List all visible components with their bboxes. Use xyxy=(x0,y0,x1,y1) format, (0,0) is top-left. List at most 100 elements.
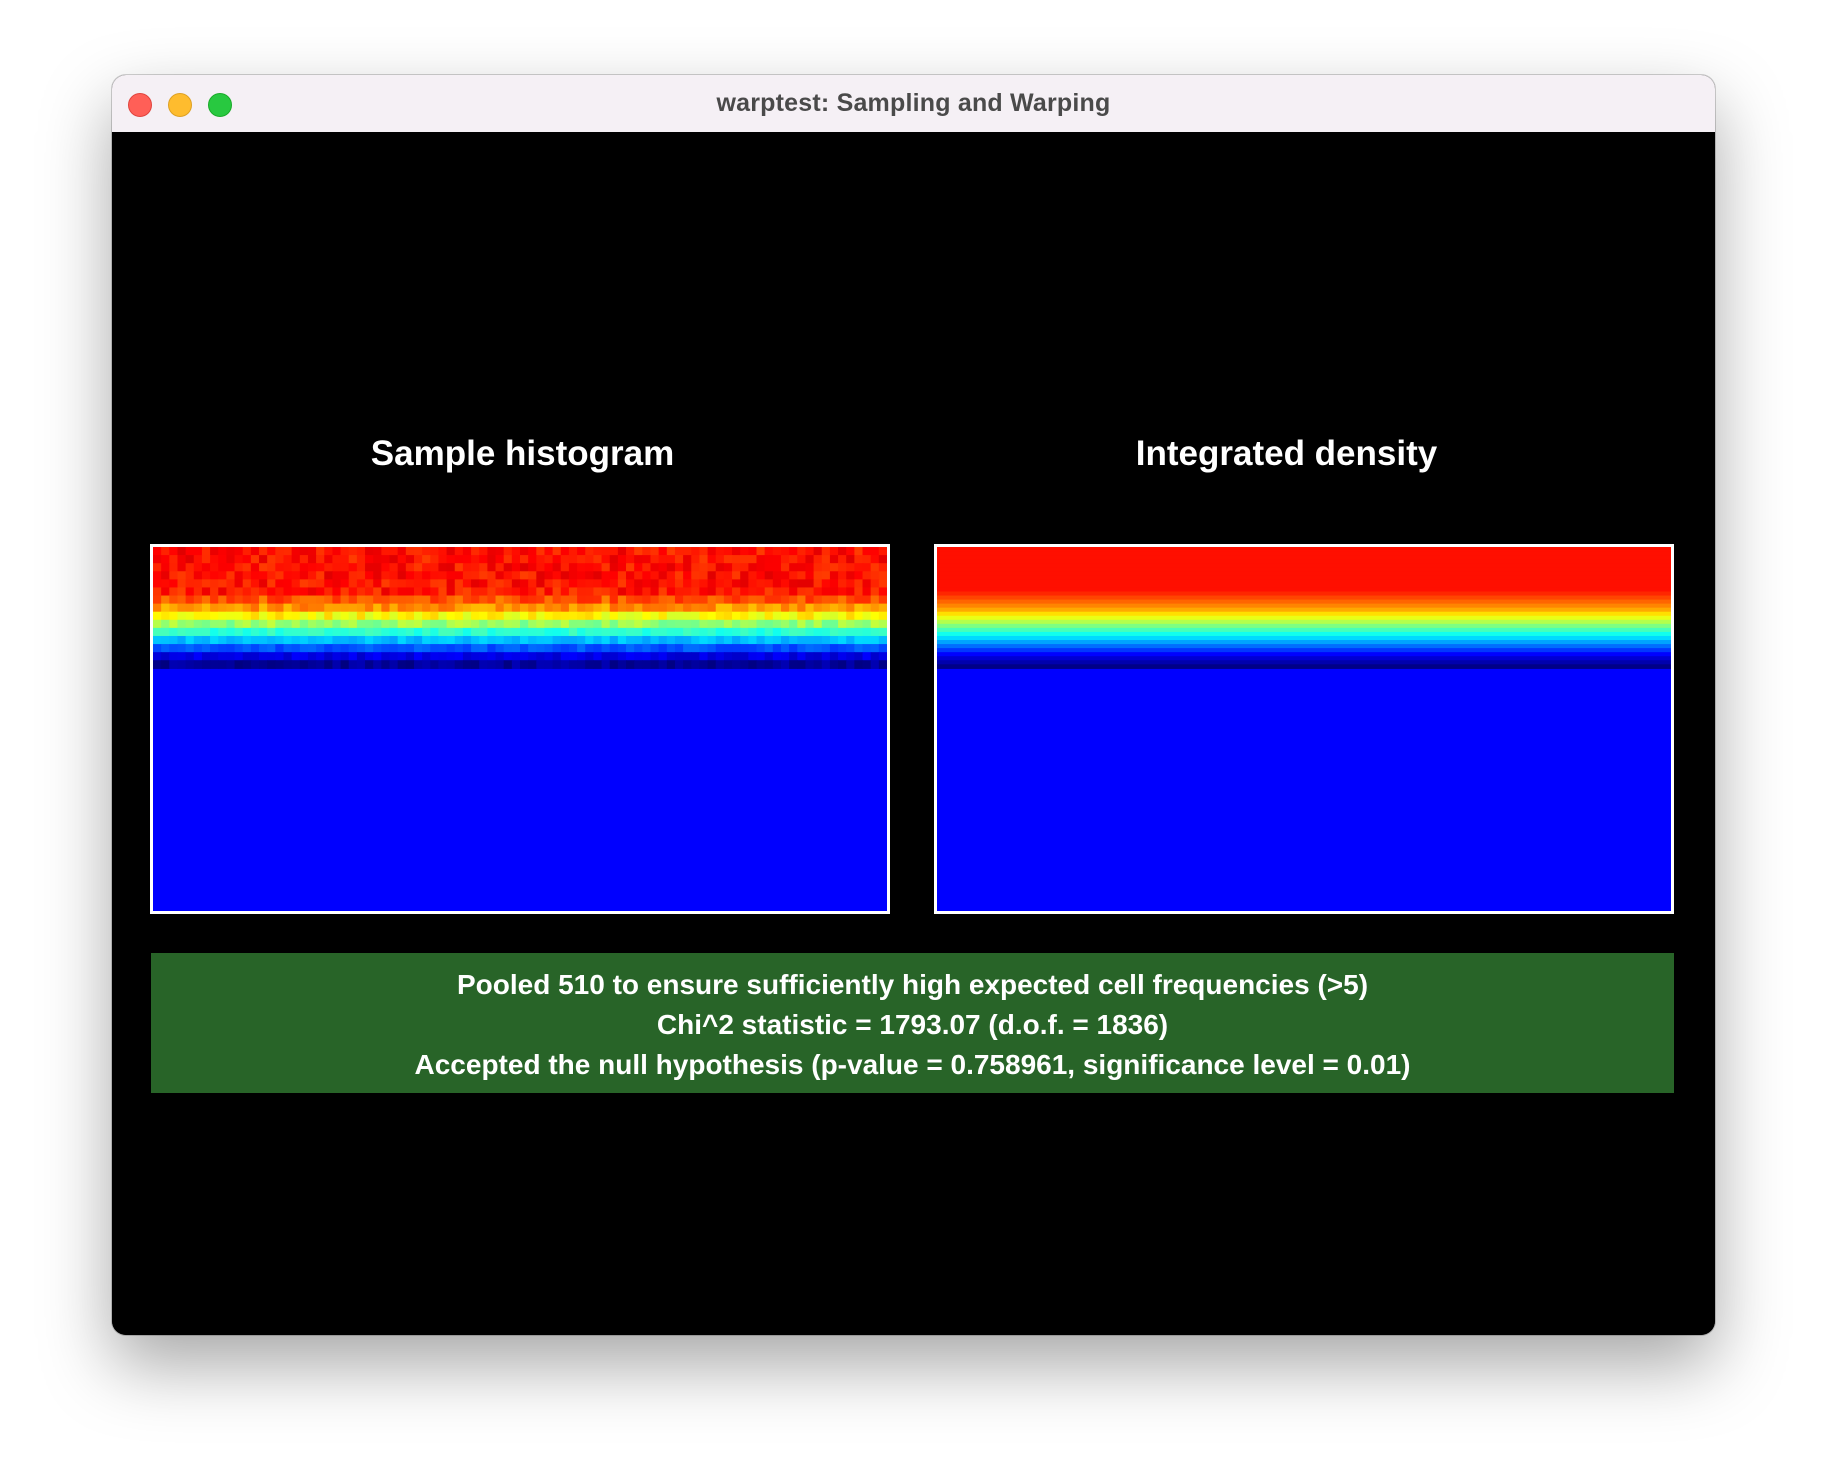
histogram-cell xyxy=(332,587,342,597)
histogram-cell xyxy=(658,571,668,580)
density-cell xyxy=(937,575,1671,580)
histogram-cell xyxy=(275,660,285,669)
histogram-cell xyxy=(577,555,586,564)
histogram-cell xyxy=(666,619,676,629)
histogram-cell xyxy=(658,563,668,572)
histogram-cell xyxy=(862,627,872,637)
histogram-cell xyxy=(169,579,179,589)
histogram-cell xyxy=(878,547,887,556)
histogram-cell xyxy=(397,571,407,580)
histogram-cell xyxy=(169,627,179,637)
histogram-cell xyxy=(642,644,652,653)
histogram-cell xyxy=(332,627,342,637)
histogram-cell xyxy=(316,603,325,613)
histogram-cell xyxy=(748,547,758,556)
histogram-cell xyxy=(740,627,749,637)
histogram-cell xyxy=(756,555,766,564)
histogram-cell xyxy=(234,563,244,572)
histogram-cell xyxy=(405,579,415,589)
histogram-cell xyxy=(373,627,382,637)
histogram-cell xyxy=(169,555,179,564)
histogram-cell xyxy=(870,579,880,589)
histogram-cell xyxy=(878,603,887,613)
histogram-cell xyxy=(715,611,725,621)
histogram-cell xyxy=(471,595,480,605)
histogram-cell xyxy=(666,563,676,572)
histogram-cell xyxy=(454,563,464,572)
histogram-cell xyxy=(862,571,872,580)
histogram-cell xyxy=(740,571,749,580)
histogram-cell xyxy=(471,547,480,556)
histogram-cell xyxy=(413,660,423,669)
histogram-cell xyxy=(715,644,725,653)
title-bar[interactable]: warptest: Sampling and Warping xyxy=(112,75,1715,133)
histogram-cell xyxy=(348,579,358,589)
histogram-cell xyxy=(528,652,537,661)
histogram-cell xyxy=(185,619,195,629)
histogram-cell xyxy=(324,660,334,669)
histogram-cell xyxy=(169,611,179,621)
histogram-cell xyxy=(756,652,766,661)
histogram-cell xyxy=(275,555,285,564)
histogram-cell xyxy=(462,547,472,556)
histogram-cell xyxy=(397,587,407,597)
histogram-cell xyxy=(821,635,831,645)
histogram-cell xyxy=(307,627,317,637)
histogram-cell xyxy=(332,595,342,605)
histogram-cell xyxy=(878,587,887,597)
histogram-cell xyxy=(340,660,350,669)
histogram-cell xyxy=(299,547,309,556)
histogram-cell xyxy=(601,644,611,653)
histogram-cell xyxy=(446,611,456,621)
histogram-cell xyxy=(234,652,244,661)
histogram-cell xyxy=(805,563,815,572)
histogram-cell xyxy=(732,587,741,597)
histogram-cell xyxy=(748,619,758,629)
histogram-cell xyxy=(715,563,725,572)
histogram-cell xyxy=(870,652,880,661)
histogram-cell xyxy=(568,579,578,589)
histogram-cell xyxy=(275,619,285,629)
histogram-cell xyxy=(177,563,187,572)
histogram-cell xyxy=(234,555,244,564)
histogram-cell xyxy=(601,652,611,661)
histogram-cell xyxy=(732,611,741,621)
histogram-cell xyxy=(356,547,366,556)
histogram-cell xyxy=(259,660,268,669)
histogram-cell xyxy=(764,627,774,637)
histogram-cell xyxy=(560,627,570,637)
histogram-cell xyxy=(780,555,790,564)
histogram-cell xyxy=(650,611,660,621)
histogram-cell xyxy=(177,579,187,589)
histogram-cell xyxy=(634,563,643,572)
histogram-cell xyxy=(495,555,505,564)
histogram-cell xyxy=(544,644,554,653)
histogram-cell xyxy=(789,660,798,669)
histogram-cell xyxy=(348,644,358,653)
histogram-cell xyxy=(674,595,684,605)
histogram-cell xyxy=(674,547,684,556)
histogram-cell xyxy=(324,547,334,556)
histogram-cell xyxy=(348,555,358,564)
histogram-cell xyxy=(201,644,211,653)
histogram-cell xyxy=(756,587,766,597)
histogram-cell xyxy=(764,555,774,564)
density-cell xyxy=(937,611,1671,617)
histogram-cell xyxy=(283,595,293,605)
histogram-cell xyxy=(650,627,660,637)
histogram-cell xyxy=(617,635,627,645)
histogram-cell xyxy=(430,595,440,605)
density-cell xyxy=(937,627,1671,633)
histogram-cell xyxy=(226,587,236,597)
histogram-cell xyxy=(161,660,170,669)
histogram-cell xyxy=(291,547,301,556)
histogram-cell xyxy=(805,660,815,669)
histogram-cell xyxy=(503,603,513,613)
histogram-cell xyxy=(829,603,839,613)
histogram-cell xyxy=(430,571,440,580)
histogram-cell xyxy=(838,644,847,653)
histogram-cell xyxy=(454,635,464,645)
histogram-cell xyxy=(291,644,301,653)
pooled-cells-text: Pooled 510 to ensure sufficiently high e… xyxy=(456,969,1369,1000)
histogram-cell xyxy=(691,635,701,645)
